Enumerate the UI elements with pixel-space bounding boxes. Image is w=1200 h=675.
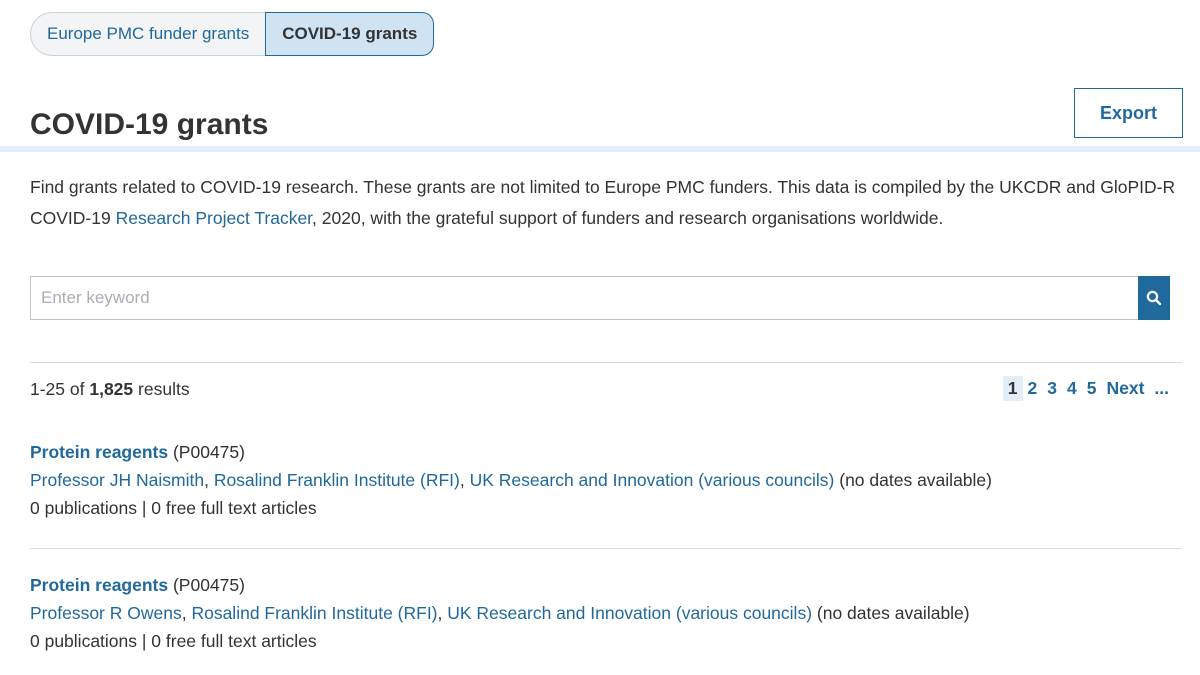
grant-tabs: Europe PMC funder grants COVID-19 grants [30,12,435,56]
separator: , [204,470,214,490]
grant-id: (P00475) [172,575,245,595]
separator: , [437,603,448,623]
grant-details-line: Professor R Owens, Rosalind Franklin Ins… [30,599,1190,627]
grant-institution-link[interactable]: Rosalind Franklin Institute (RFI) [191,603,437,623]
page-link[interactable]: 3 [1042,376,1062,401]
page-link[interactable]: 2 [1023,376,1043,401]
grant-id: (P00475) [172,442,245,462]
grant-result: Protein reagents (P00475) Professor R Ow… [30,571,1190,655]
page-current: 1 [1002,376,1023,401]
grant-institution-link[interactable]: Rosalind Franklin Institute (RFI) [214,470,460,490]
grant-details-line: Professor JH Naismith, Rosalind Franklin… [30,466,1190,494]
next-page-link[interactable]: Next [1101,376,1149,401]
title-divider [0,146,1200,152]
grant-stats: 0 publications | 0 free full text articl… [30,631,317,651]
grant-person-link[interactable]: Professor R Owens [30,603,182,623]
separator: , [459,470,470,490]
separator: , [181,603,192,623]
grant-title-line: Protein reagents (P00475) [30,438,1190,466]
result-divider [30,548,1182,549]
tab-europe-pmc-funder-grants[interactable]: Europe PMC funder grants [30,12,266,56]
grant-funder-link[interactable]: UK Research and Innovation (various coun… [470,470,835,490]
page-link[interactable]: 5 [1082,376,1102,401]
results-range: 1-25 of [30,379,85,399]
results-count: 1-25 of 1,825 results [30,379,190,400]
export-button[interactable]: Export [1074,88,1183,138]
grant-result: Protein reagents (P00475) Professor JH N… [30,438,1190,522]
results-total: 1,825 [89,379,134,399]
grant-title-link[interactable]: Protein reagents [30,575,168,595]
page-link[interactable]: 4 [1062,376,1082,401]
description: Find grants related to COVID-19 research… [30,172,1190,234]
grant-funder-link[interactable]: UK Research and Innovation (various coun… [447,603,812,623]
grant-stats: 0 publications | 0 free full text articl… [30,498,317,518]
research-project-tracker-link[interactable]: Research Project Tracker [116,208,312,228]
search-icon [1146,290,1162,306]
more-pages-link[interactable]: ... [1149,376,1174,401]
results-suffix: results [138,379,190,399]
search-bar [30,276,1170,320]
search-input[interactable] [30,276,1138,320]
pagination: 1 2 3 4 5 Next ... [1002,376,1174,401]
description-text-end: , 2020, with the grateful support of fun… [312,208,944,228]
grant-dates: (no dates available) [839,470,992,490]
grant-title-link[interactable]: Protein reagents [30,442,168,462]
results-divider [30,362,1182,363]
grant-title-line: Protein reagents (P00475) [30,571,1190,599]
grant-dates: (no dates available) [816,603,970,623]
grant-person-link[interactable]: Professor JH Naismith [30,470,204,490]
tab-covid-19-grants[interactable]: COVID-19 grants [265,12,435,56]
search-button[interactable] [1138,276,1170,320]
page-title: COVID-19 grants [30,108,269,141]
